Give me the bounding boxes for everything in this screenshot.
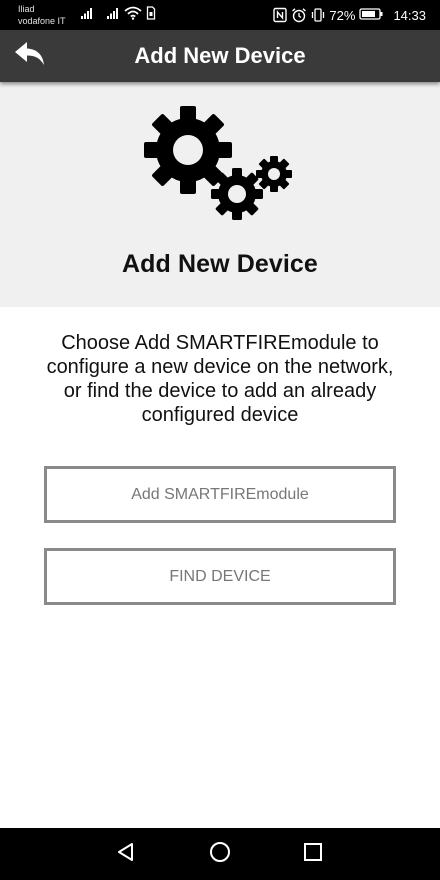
nfc-icon — [273, 7, 288, 23]
battery-icon — [359, 7, 383, 23]
find-device-button[interactable]: FIND DEVICE — [44, 548, 396, 605]
carrier-info: Iliad vodafone IT — [18, 3, 66, 27]
nav-recents-button[interactable] — [299, 840, 327, 868]
app-bar: Add New Device — [0, 30, 440, 82]
status-bar: Iliad vodafone IT 72% 14:33 — [0, 0, 440, 30]
status-right: 72% 14:33 — [273, 6, 426, 24]
signal-icon — [80, 6, 94, 22]
carrier-line-1: Iliad — [18, 4, 35, 14]
nav-home-button[interactable] — [206, 840, 234, 868]
back-arrow-icon — [13, 39, 47, 74]
clock-time: 14:33 — [393, 7, 426, 23]
app-bar-title: Add New Device — [134, 43, 306, 68]
nav-back-button[interactable] — [112, 840, 140, 868]
nav-recents-icon — [301, 840, 325, 869]
back-button[interactable] — [10, 38, 50, 74]
system-nav-bar — [0, 828, 440, 880]
gears-icon — [142, 102, 302, 222]
battery-percent: 72% — [329, 7, 356, 23]
connectivity-icons — [80, 6, 156, 22]
screen: Iliad vodafone IT 72% 14:33 Add New Devi… — [0, 0, 440, 880]
vibrate-icon — [311, 7, 325, 23]
wifi-icon — [124, 6, 142, 22]
nav-home-icon — [208, 840, 232, 869]
carrier-line-2: vodafone IT — [18, 16, 66, 26]
nav-back-icon — [114, 840, 138, 869]
description-text: Choose Add SMARTFIREmodule to configure … — [46, 332, 394, 426]
signal-icon — [106, 6, 120, 22]
sim-icon — [146, 6, 156, 22]
add-smartfire-module-button[interactable]: Add SMARTFIREmodule — [44, 466, 396, 523]
header-area: Add New Device — [0, 82, 440, 307]
alarm-icon — [291, 7, 307, 23]
header-title: Add New Device — [122, 250, 318, 278]
